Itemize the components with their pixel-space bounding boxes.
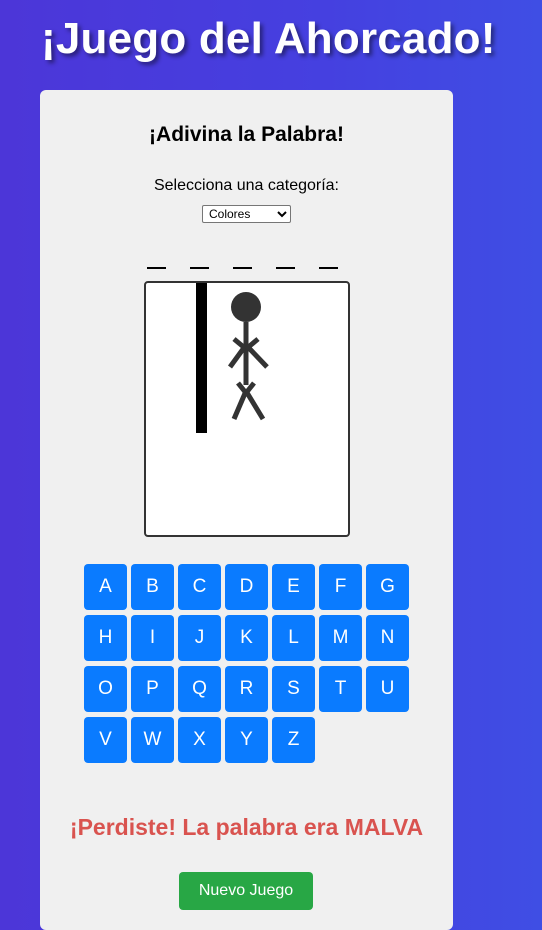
- letter-key-l[interactable]: L: [272, 615, 315, 661]
- letter-key-j[interactable]: J: [178, 615, 221, 661]
- letter-key-d[interactable]: D: [225, 564, 268, 610]
- letter-key-s[interactable]: S: [272, 666, 315, 712]
- letter-key-t[interactable]: T: [319, 666, 362, 712]
- letter-key-m[interactable]: M: [319, 615, 362, 661]
- letter-key-g[interactable]: G: [366, 564, 409, 610]
- letter-blank: [276, 251, 295, 269]
- letter-key-o[interactable]: O: [84, 666, 127, 712]
- letter-key-f[interactable]: F: [319, 564, 362, 610]
- hangman-left-leg: [231, 390, 249, 420]
- new-game-button[interactable]: Nuevo Juego: [179, 872, 313, 910]
- letter-key-z[interactable]: Z: [272, 717, 315, 763]
- letter-key-v[interactable]: V: [84, 717, 127, 763]
- letter-blank: [190, 251, 209, 269]
- page-title: ¡Juego del Ahorcado!: [41, 14, 496, 63]
- letter-key-a[interactable]: A: [84, 564, 127, 610]
- letter-key-x[interactable]: X: [178, 717, 221, 763]
- result-message: ¡Perdiste! La palabra era MALVA: [69, 814, 424, 840]
- hangman-right-leg: [243, 389, 266, 421]
- letter-key-k[interactable]: K: [225, 615, 268, 661]
- category-select[interactable]: Colores: [202, 205, 291, 223]
- letter-key-q[interactable]: Q: [178, 666, 221, 712]
- card-title: ¡Adivina la Palabra!: [149, 123, 344, 146]
- letter-key-y[interactable]: Y: [225, 717, 268, 763]
- gallows-post: [196, 283, 207, 433]
- letter-key-h[interactable]: H: [84, 615, 127, 661]
- hangman-head: [231, 292, 261, 322]
- word-blanks: [147, 251, 338, 269]
- letter-key-r[interactable]: R: [225, 666, 268, 712]
- letter-key-u[interactable]: U: [366, 666, 409, 712]
- letter-blank: [233, 251, 252, 269]
- hangman-drawing: [144, 281, 350, 537]
- letter-blank: [147, 251, 166, 269]
- letter-key-c[interactable]: C: [178, 564, 221, 610]
- letter-key-n[interactable]: N: [366, 615, 409, 661]
- letter-key-b[interactable]: B: [131, 564, 174, 610]
- category-label: Selecciona una categoría:: [153, 177, 339, 194]
- letter-key-i[interactable]: I: [131, 615, 174, 661]
- letter-blank: [319, 251, 338, 269]
- letter-key-w[interactable]: W: [131, 717, 174, 763]
- letter-key-p[interactable]: P: [131, 666, 174, 712]
- hangman-svg: [196, 283, 269, 433]
- letter-key-e[interactable]: E: [272, 564, 315, 610]
- letter-keyboard: ABCDEFG HIJKLMN OPQRSTU VWXYZ: [84, 564, 414, 768]
- game-card: ¡Adivina la Palabra! Selecciona una cate…: [40, 90, 453, 930]
